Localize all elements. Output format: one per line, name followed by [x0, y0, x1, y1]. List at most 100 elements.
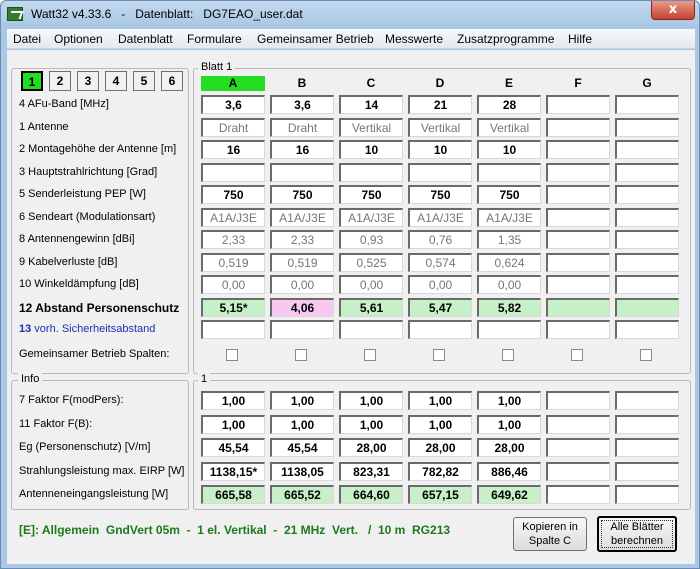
cell-input[interactable]: 16: [270, 140, 334, 159]
cell-input[interactable]: [615, 320, 679, 339]
menu-datenblatt[interactable]: Datenblatt: [118, 32, 173, 46]
cell-input[interactable]: [615, 140, 679, 159]
cell-input[interactable]: 2,33: [270, 230, 334, 249]
cell-input[interactable]: [270, 320, 334, 339]
cell-input[interactable]: 0,93: [339, 230, 403, 249]
cell-input[interactable]: 750: [477, 185, 541, 204]
cell-input[interactable]: 1,35: [477, 230, 541, 249]
cell-input[interactable]: [615, 118, 679, 137]
cell-input[interactable]: [339, 163, 403, 182]
cell-input[interactable]: 10: [339, 140, 403, 159]
cell-input[interactable]: [546, 208, 610, 227]
cell-input[interactable]: [546, 230, 610, 249]
cell-input[interactable]: [477, 320, 541, 339]
cell-input[interactable]: 750: [270, 185, 334, 204]
cell-input[interactable]: 0,00: [477, 275, 541, 294]
tab-button-1[interactable]: 1: [21, 71, 43, 91]
cell-input[interactable]: 0,76: [408, 230, 472, 249]
close-button[interactable]: x: [651, 1, 695, 20]
cell-input[interactable]: A1A/J3E: [477, 208, 541, 227]
cell-input[interactable]: [615, 163, 679, 182]
cell-input[interactable]: 5,82: [477, 298, 541, 317]
cell-input[interactable]: 5,61: [339, 298, 403, 317]
column-checkbox-f[interactable]: [571, 349, 583, 361]
cell-input[interactable]: 0,00: [408, 275, 472, 294]
menu-zusatzprogramme[interactable]: Zusatzprogramme: [457, 32, 554, 46]
cell-input[interactable]: Vertikal: [408, 118, 472, 137]
cell-input[interactable]: [546, 298, 610, 317]
cell-input[interactable]: [615, 230, 679, 249]
column-checkbox-d[interactable]: [433, 349, 445, 361]
calculate-all-button[interactable]: Alle Blätter berechnen: [597, 516, 677, 552]
tab-button-2[interactable]: 2: [49, 71, 71, 91]
cell-input[interactable]: [270, 163, 334, 182]
title-bar[interactable]: Watt32 v4.33.6 - Datenblatt: DG7EAO_user…: [1, 1, 699, 28]
cell-input[interactable]: [546, 275, 610, 294]
menu-gemeinsamer-betrieb[interactable]: Gemeinsamer Betrieb: [257, 32, 374, 46]
cell-input[interactable]: A1A/J3E: [408, 208, 472, 227]
cell-input[interactable]: 0,624: [477, 253, 541, 272]
cell-input[interactable]: Vertikal: [339, 118, 403, 137]
cell-input[interactable]: [615, 185, 679, 204]
cell-input[interactable]: A1A/J3E: [201, 208, 265, 227]
cell-input[interactable]: 5,15*: [201, 298, 265, 317]
cell-input[interactable]: Draht: [270, 118, 334, 137]
cell-input[interactable]: 750: [339, 185, 403, 204]
cell-input[interactable]: 3,6: [270, 95, 334, 114]
cell-input[interactable]: [615, 298, 679, 317]
cell-input[interactable]: 2,33: [201, 230, 265, 249]
cell-input[interactable]: [477, 163, 541, 182]
cell-input[interactable]: A1A/J3E: [339, 208, 403, 227]
column-checkbox-c[interactable]: [364, 349, 376, 361]
cell-input[interactable]: 21: [408, 95, 472, 114]
copy-to-column-button[interactable]: Kopieren in Spalte C: [513, 517, 587, 551]
cell-input[interactable]: 3,6: [201, 95, 265, 114]
cell-input[interactable]: A1A/J3E: [270, 208, 334, 227]
cell-input[interactable]: 750: [201, 185, 265, 204]
column-checkbox-b[interactable]: [295, 349, 307, 361]
cell-input[interactable]: 28: [477, 95, 541, 114]
cell-input[interactable]: [408, 163, 472, 182]
cell-input[interactable]: [546, 95, 610, 114]
cell-input[interactable]: [615, 95, 679, 114]
cell-input[interactable]: [615, 275, 679, 294]
cell-input[interactable]: 4,06: [270, 298, 334, 317]
column-checkbox-e[interactable]: [502, 349, 514, 361]
menu-datei[interactable]: Datei: [13, 32, 41, 46]
cell-input[interactable]: [201, 320, 265, 339]
cell-input[interactable]: 5,47: [408, 298, 472, 317]
cell-input[interactable]: [339, 320, 403, 339]
cell-input[interactable]: 0,00: [270, 275, 334, 294]
tab-button-4[interactable]: 4: [105, 71, 127, 91]
tab-button-6[interactable]: 6: [161, 71, 183, 91]
cell-input[interactable]: 10: [477, 140, 541, 159]
cell-input[interactable]: [615, 208, 679, 227]
cell-input[interactable]: 0,574: [408, 253, 472, 272]
cell-input[interactable]: 14: [339, 95, 403, 114]
cell-input[interactable]: 0,519: [270, 253, 334, 272]
cell-input[interactable]: [546, 140, 610, 159]
cell-input[interactable]: [546, 118, 610, 137]
cell-input[interactable]: [546, 320, 610, 339]
cell-input[interactable]: Vertikal: [477, 118, 541, 137]
cell-input[interactable]: 750: [408, 185, 472, 204]
cell-input[interactable]: [546, 185, 610, 204]
cell-input[interactable]: [615, 253, 679, 272]
menu-formulare[interactable]: Formulare: [187, 32, 242, 46]
cell-input[interactable]: 0,00: [339, 275, 403, 294]
menu-messwerte[interactable]: Messwerte: [385, 32, 443, 46]
cell-input[interactable]: 16: [201, 140, 265, 159]
cell-input[interactable]: Draht: [201, 118, 265, 137]
menu-hilfe[interactable]: Hilfe: [568, 32, 592, 46]
column-checkbox-g[interactable]: [640, 349, 652, 361]
cell-input[interactable]: [546, 163, 610, 182]
tab-button-5[interactable]: 5: [133, 71, 155, 91]
cell-input[interactable]: [408, 320, 472, 339]
tab-button-3[interactable]: 3: [77, 71, 99, 91]
cell-input[interactable]: 0,519: [201, 253, 265, 272]
column-checkbox-a[interactable]: [226, 349, 238, 361]
cell-input[interactable]: [546, 253, 610, 272]
cell-input[interactable]: 10: [408, 140, 472, 159]
cell-input[interactable]: 0,525: [339, 253, 403, 272]
cell-input[interactable]: [201, 163, 265, 182]
